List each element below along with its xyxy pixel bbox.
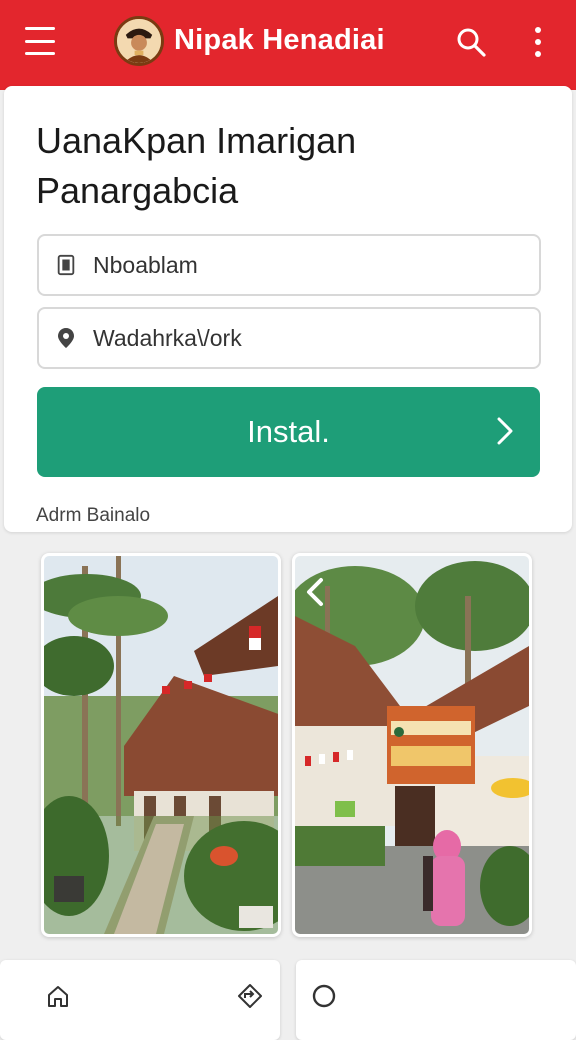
- directions-icon[interactable]: [236, 982, 264, 1010]
- chevron-left-icon[interactable]: [303, 576, 327, 608]
- app-bar: Nipak Henadiai: [0, 0, 576, 90]
- bottom-card-right[interactable]: [296, 960, 576, 1040]
- section-caption: Adrm Bainalo: [36, 505, 151, 526]
- document-icon: [51, 250, 81, 280]
- location-input[interactable]: [93, 324, 513, 352]
- bottom-card-left[interactable]: [0, 960, 280, 1040]
- home-icon[interactable]: [44, 982, 72, 1010]
- circle-icon[interactable]: [310, 982, 338, 1010]
- app-title: Nipak Henadiai: [174, 24, 385, 56]
- location-field[interactable]: [37, 307, 541, 369]
- main-card: UanaKpan Imarigan Panargabcia Instal.: [4, 86, 572, 532]
- location-pin-icon: [51, 323, 81, 353]
- more-vert-icon[interactable]: [526, 24, 550, 60]
- heading-line-2: Panargabcia: [36, 170, 239, 211]
- name-field[interactable]: [37, 234, 541, 296]
- search-icon[interactable]: [455, 26, 487, 58]
- chevron-right-icon: [496, 415, 514, 447]
- village-photo-1[interactable]: [41, 553, 281, 937]
- heading-line-1: UanaKpan Imarigan: [36, 120, 357, 161]
- hamburger-menu-icon[interactable]: [22, 24, 58, 58]
- name-input[interactable]: [93, 251, 513, 279]
- page-heading: UanaKpan Imarigan Panargabcia: [36, 116, 536, 216]
- install-button[interactable]: Instal.: [37, 387, 540, 477]
- portrait-logo-icon: [114, 16, 164, 66]
- install-button-label: Instal.: [247, 414, 330, 449]
- village-photo-2[interactable]: [292, 553, 532, 937]
